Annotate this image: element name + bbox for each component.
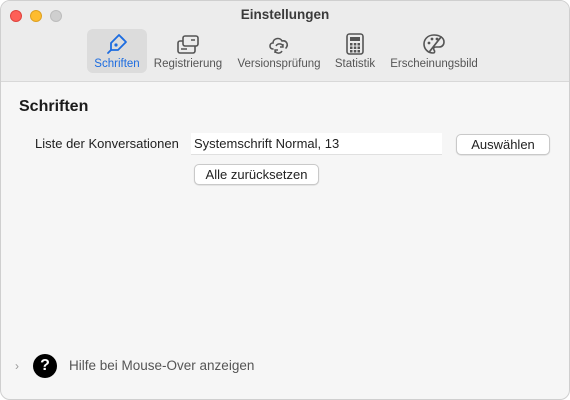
tab-erscheinungsbild[interactable]: Erscheinungsbild: [387, 29, 481, 73]
title-bar: Einstellungen Schriften Registrierung Ve…: [1, 1, 569, 82]
conversation-list-font-field: Systemschrift Normal, 13: [191, 133, 442, 155]
reset-all-button[interactable]: Alle zurücksetzen: [194, 164, 319, 185]
tab-registrierung[interactable]: Registrierung: [151, 29, 225, 73]
tab-label: Registrierung: [153, 58, 223, 70]
license-card-icon: [175, 31, 201, 57]
conversation-list-label: Liste der Konversationen: [35, 136, 179, 151]
hover-help-label: Hilfe bei Mouse-Over anzeigen: [69, 358, 255, 373]
tab-label: Versionsprüfung: [237, 58, 321, 70]
palette-icon: [421, 31, 447, 57]
chevron-right-icon[interactable]: ›: [15, 359, 19, 373]
section-title: Schriften: [19, 98, 89, 115]
tab-label: Schriften: [94, 58, 140, 70]
preferences-toolbar: Schriften Registrierung Versionsprüfung …: [1, 29, 569, 75]
tab-label: Erscheinungsbild: [390, 58, 478, 70]
tab-statistik[interactable]: Statistik: [331, 29, 379, 73]
window-title: Einstellungen: [240, 7, 330, 22]
choose-font-button[interactable]: Auswählen: [456, 134, 550, 155]
pen-nib-icon: [104, 31, 130, 57]
help-question-icon[interactable]: ?: [33, 354, 57, 378]
tab-label: Statistik: [334, 58, 376, 70]
hover-help-row: › ? Hilfe bei Mouse-Over anzeigen: [1, 353, 569, 383]
preferences-window: Einstellungen Schriften Registrierung Ve…: [0, 0, 570, 400]
calculator-icon: [342, 31, 368, 57]
tab-schriften[interactable]: Schriften: [87, 29, 147, 73]
cloud-sync-icon: [266, 31, 292, 57]
fonts-pane: Schriften Liste der Konversationen Syste…: [1, 83, 569, 399]
tab-versionspruefung[interactable]: Versionsprüfung: [233, 29, 325, 73]
